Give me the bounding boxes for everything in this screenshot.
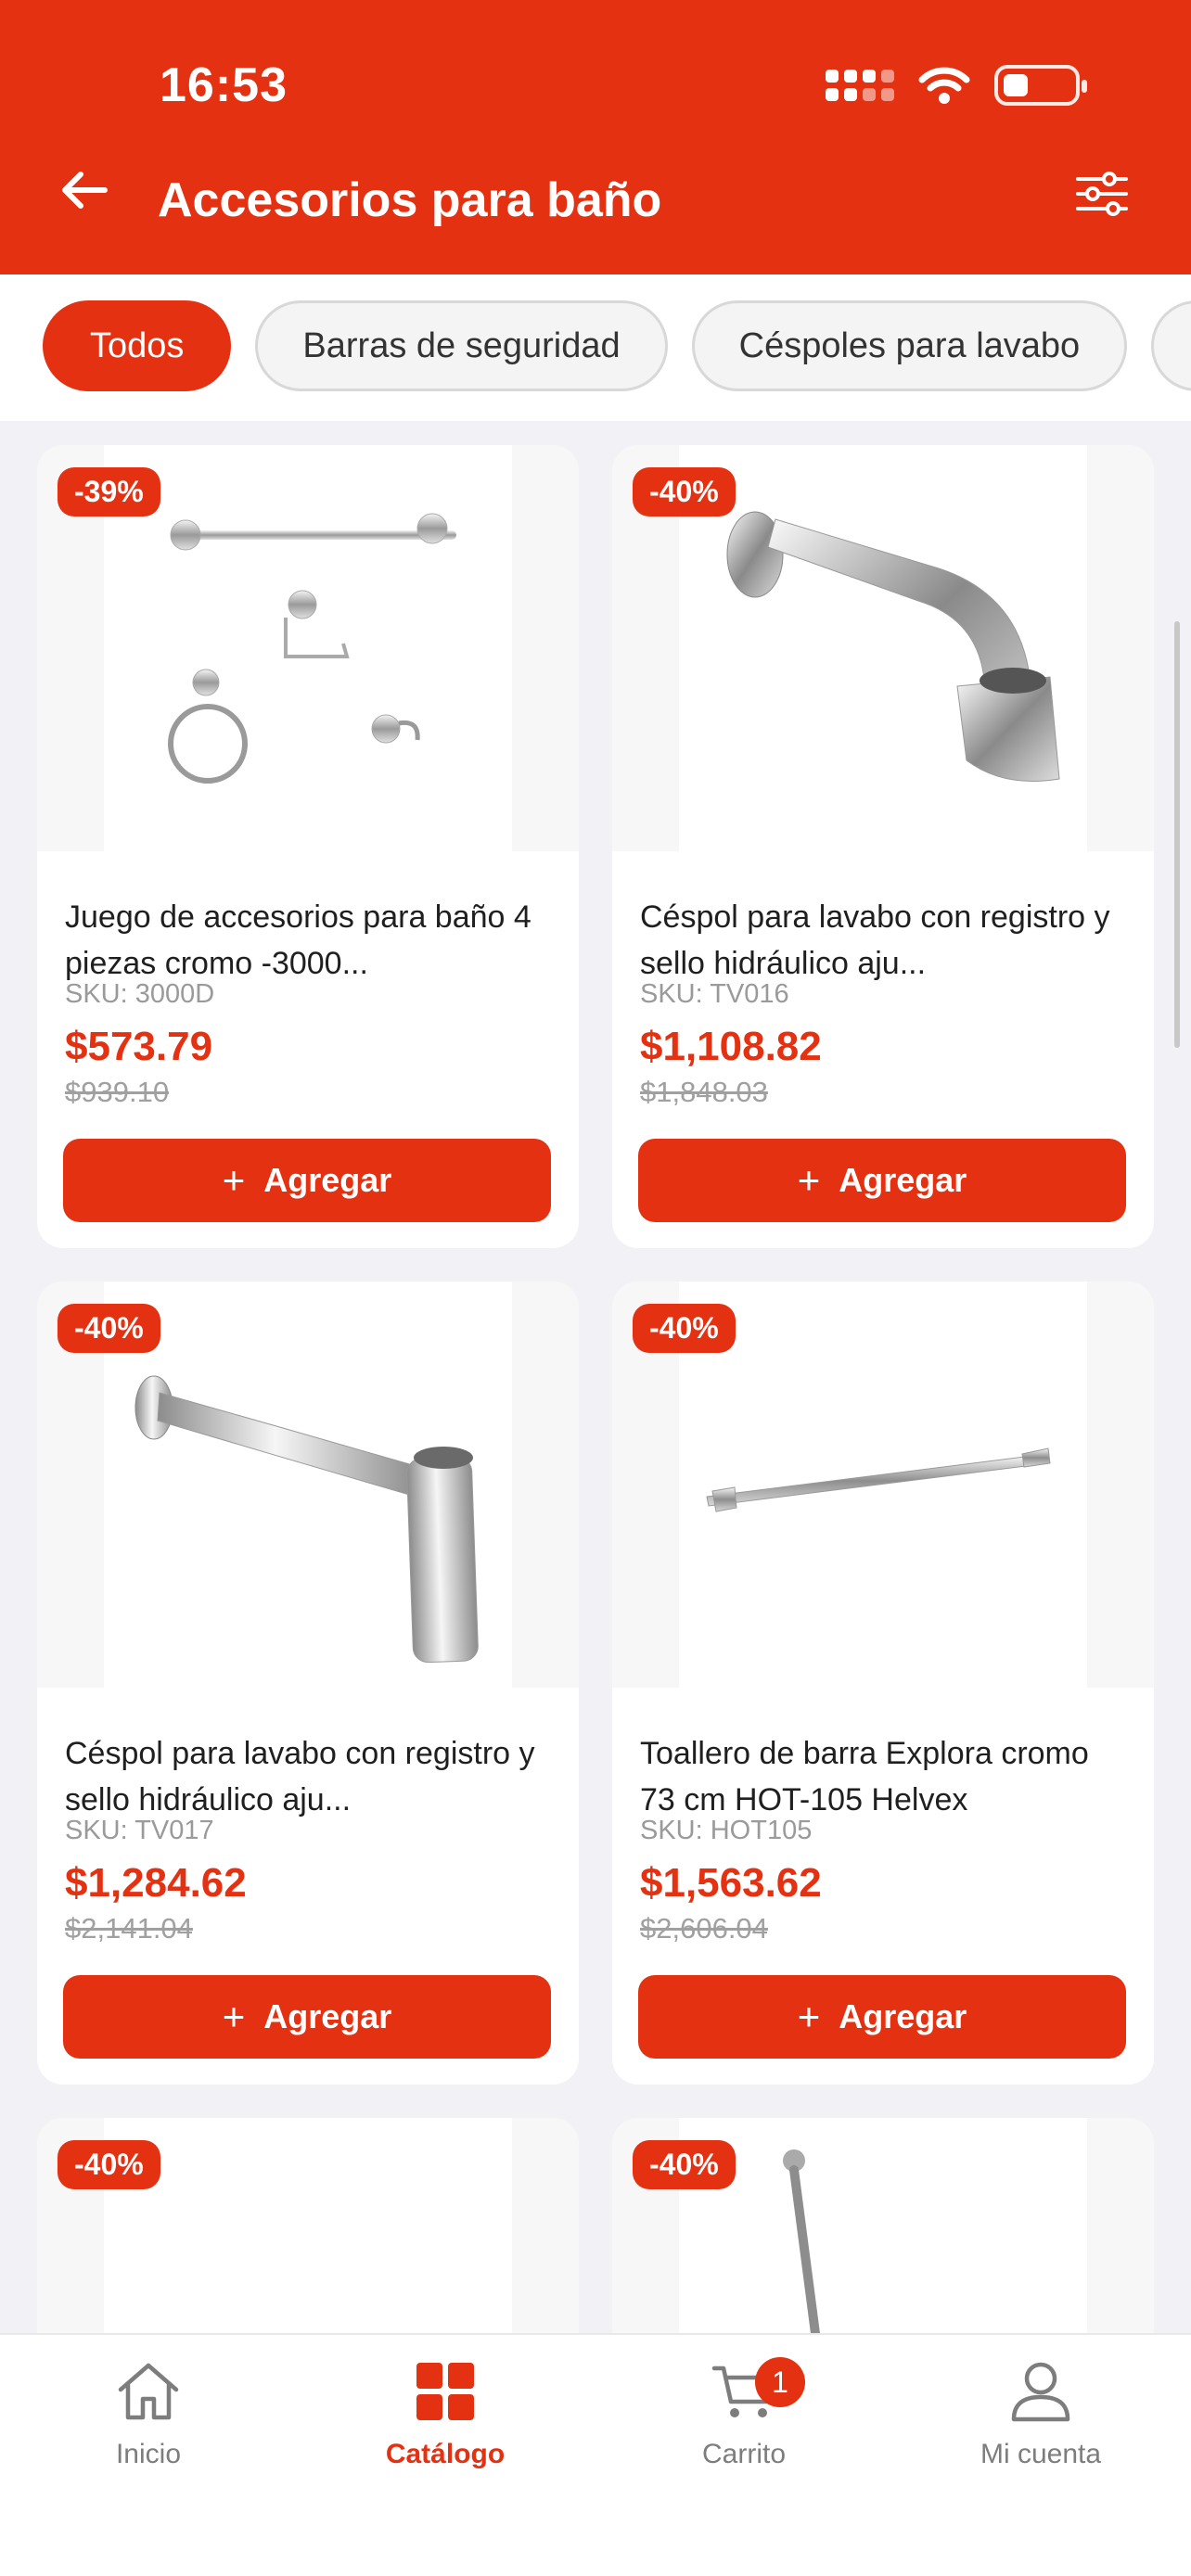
- tab-catalogo[interactable]: Catálogo: [352, 2353, 538, 2470]
- cart-count-badge: 1: [755, 2357, 805, 2407]
- chip-more[interactable]: [1151, 300, 1191, 391]
- product-card[interactable]: -40% Céspol para lavabo con registro y s…: [37, 1282, 579, 2085]
- chip-barras-de-seguridad[interactable]: Barras de seguridad: [255, 300, 668, 391]
- user-icon: [1011, 2362, 1070, 2422]
- battery-icon: [994, 65, 1087, 106]
- product-old-price: $2,606.04: [640, 1912, 768, 1945]
- filter-button[interactable]: [1065, 161, 1139, 226]
- tab-label: Catálogo: [385, 2439, 506, 2469]
- product-sku: SKU: TV017: [65, 1816, 214, 1845]
- product-old-price: $2,141.04: [65, 1912, 193, 1945]
- arrow-left-icon: [62, 172, 108, 209]
- product-price: $573.79: [65, 1024, 213, 1069]
- add-to-cart-button[interactable]: + Agregar: [63, 1975, 551, 2059]
- towel-bar-image: [706, 1447, 1051, 1512]
- add-button-label: Agregar: [839, 1997, 967, 2035]
- scrollbar[interactable]: [1174, 621, 1180, 1048]
- cellular-signal-icon: [826, 70, 894, 101]
- tab-label: Mi cuenta: [980, 2439, 1102, 2469]
- product-sku: SKU: 3000D: [65, 979, 215, 1009]
- chip-cespoles-para-lavabo[interactable]: Céspoles para lavabo: [691, 300, 1128, 391]
- product-name: Toallero de barra Explora cromo 73 cm HO…: [640, 1736, 1089, 1817]
- add-button-label: Agregar: [839, 1161, 967, 1199]
- tab-mi-cuenta[interactable]: Mi cuenta: [948, 2353, 1133, 2470]
- add-button-label: Agregar: [263, 1997, 392, 2035]
- product-price: $1,108.82: [640, 1024, 822, 1069]
- sliders-icon: [1076, 172, 1128, 216]
- plus-icon: +: [797, 1158, 821, 1202]
- discount-badge: -40%: [633, 2140, 736, 2189]
- app-header: 16:53 Accesorios para baño: [0, 0, 1191, 274]
- grid-icon: [416, 2363, 474, 2420]
- tab-inicio[interactable]: Inicio: [56, 2353, 241, 2470]
- sink-trap-curved-image: [726, 511, 1060, 782]
- add-to-cart-button[interactable]: + Agregar: [638, 1139, 1126, 1222]
- add-button-label: Agregar: [263, 1161, 392, 1199]
- category-filter-bar: Todos Barras de seguridad Céspoles para …: [0, 274, 1191, 421]
- product-sku: SKU: TV016: [640, 979, 789, 1009]
- bottom-tab-bar: Inicio Catálogo 1 Carrito Mi cuenta: [0, 2333, 1191, 2576]
- product-sku: SKU: HOT105: [640, 1816, 813, 1845]
- plus-icon: +: [222, 1995, 246, 2038]
- back-button[interactable]: [52, 158, 117, 223]
- add-to-cart-button[interactable]: + Agregar: [638, 1975, 1126, 2059]
- discount-badge: -40%: [58, 1304, 160, 1353]
- plus-icon: +: [222, 1158, 246, 1202]
- discount-badge: -39%: [58, 467, 160, 516]
- product-old-price: $939.10: [65, 1076, 170, 1108]
- product-card[interactable]: -40% Toallero de barra Explora cromo 73 …: [612, 1282, 1154, 2085]
- sink-trap-bottle-image: [134, 1375, 479, 1664]
- product-price: $1,284.62: [65, 1860, 247, 1906]
- wifi-icon: [918, 67, 970, 104]
- status-icons: [826, 65, 1087, 106]
- plus-icon: +: [797, 1995, 821, 2038]
- product-price: $1,563.62: [640, 1860, 822, 1906]
- tab-label: Inicio: [115, 2439, 182, 2469]
- discount-badge: -40%: [633, 467, 736, 516]
- product-name: Céspol para lavabo con registro y sello …: [65, 1736, 535, 1817]
- discount-badge: -40%: [633, 1304, 736, 1353]
- status-time: 16:53: [160, 58, 288, 112]
- product-old-price: $1,848.03: [640, 1076, 768, 1108]
- page-title: Accesorios para baño: [158, 173, 662, 227]
- chip-todos[interactable]: Todos: [43, 300, 232, 391]
- discount-badge: -40%: [58, 2140, 160, 2189]
- bath-accessory-set-image: [168, 513, 456, 784]
- home-icon: [118, 2363, 179, 2420]
- add-to-cart-button[interactable]: + Agregar: [63, 1139, 551, 1222]
- product-card[interactable]: -40% Céspol para lavabo con registro y s…: [612, 445, 1154, 1248]
- tab-label: Carrito: [701, 2439, 786, 2469]
- product-card[interactable]: -39% Juego de accesorios para baño 4 pie…: [37, 445, 579, 1248]
- tab-carrito[interactable]: 1 Carrito: [651, 2353, 837, 2470]
- product-name: Céspol para lavabo con registro y sello …: [640, 899, 1110, 981]
- product-name: Juego de accesorios para baño 4 piezas c…: [65, 899, 531, 981]
